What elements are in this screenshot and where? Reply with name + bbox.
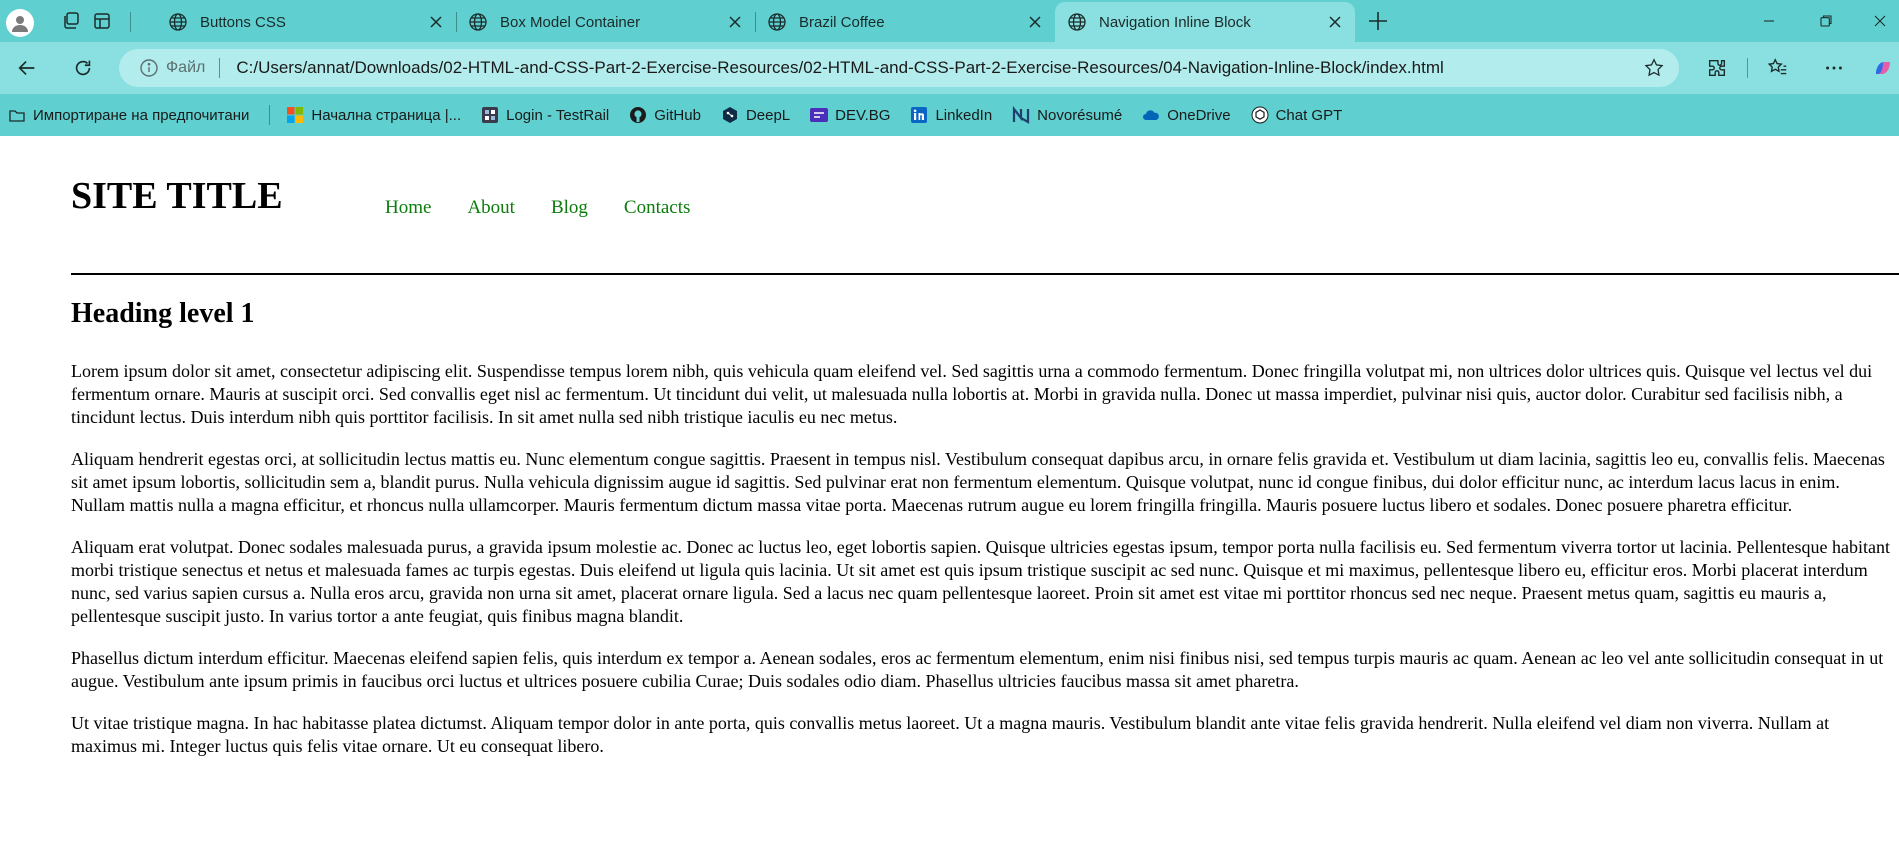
folder-icon [8,106,26,124]
bookmark-label: Login - TestRail [506,106,610,124]
tab-buttons-css[interactable]: Buttons CSS [156,2,456,42]
restore-icon[interactable] [1814,9,1838,33]
bookmark-devbg[interactable]: DEV.BG [810,106,890,124]
page-viewport: SITE TITLE Home About Blog Contacts Head… [0,136,1899,867]
nav-link-contacts[interactable]: Contacts [624,197,691,219]
address-bar[interactable]: Файл C:/Users/annat/Downloads/02-HTML-an… [119,49,1679,87]
paragraph: Aliquam erat volutpat. Donec sodales mal… [71,537,1890,626]
info-icon[interactable] [139,58,159,78]
bookmark-import-favorites[interactable]: Импортиране на предпочитани [8,106,249,124]
bookmark-start-page[interactable]: Начална страница |... [286,106,461,124]
deepl-icon [721,106,739,124]
tab-actions-icon[interactable] [91,10,113,32]
novoresume-icon [1012,106,1030,124]
minimize-icon[interactable] [1757,9,1781,33]
favorite-star-icon[interactable] [1643,57,1665,79]
tab-separator [130,12,131,32]
bookmark-github[interactable]: GitHub [629,106,701,124]
site-navigation: Home About Blog Contacts [385,197,726,219]
bookmark-label: Импортиране на предпочитани [33,106,250,124]
nav-link-about[interactable]: About [467,197,515,219]
bookmark-label: Novorésumé [1037,106,1123,124]
close-icon[interactable] [428,14,444,30]
address-divider [219,58,221,78]
tab-title: Buttons CSS [200,13,286,31]
close-icon[interactable] [1327,14,1343,30]
chatgpt-icon [1251,106,1269,124]
github-icon [629,106,647,124]
onedrive-icon [1142,106,1160,124]
bookmark-label: LinkedIn [935,106,993,124]
bookmark-label: GitHub [654,106,701,124]
profile-avatar-icon[interactable] [6,9,34,37]
tab-title: Navigation Inline Block [1099,13,1251,31]
copilot-icon[interactable] [1870,55,1896,81]
globe-icon [469,13,487,31]
globe-icon [768,13,786,31]
toolbar-separator [1747,58,1748,78]
site-title: SITE TITLE [71,175,283,217]
bookmark-label: Начална страница |... [311,106,462,124]
bookmark-linkedin[interactable]: LinkedIn [910,106,992,124]
globe-icon [1068,13,1086,31]
paragraph: Lorem ipsum dolor sit amet, consectetur … [71,361,1873,427]
browser-chrome: Buttons CSS Box Model Container Brazil C… [0,0,1899,136]
close-icon[interactable] [1027,14,1043,30]
windows-icon [286,106,304,124]
close-icon[interactable] [727,14,743,30]
nav-link-home[interactable]: Home [385,197,431,219]
globe-icon [169,13,187,31]
bookmark-label: DEV.BG [835,106,891,124]
workspaces-icon[interactable] [60,10,82,32]
tab-strip: Buttons CSS Box Model Container Brazil C… [0,0,1899,42]
bookmark-separator [269,105,271,125]
tab-brazil-coffee[interactable]: Brazil Coffee [755,2,1055,42]
bookmark-label: OneDrive [1167,106,1231,124]
back-arrow-icon[interactable] [14,55,40,81]
extensions-icon[interactable] [1704,55,1730,81]
header-divider [71,273,1899,275]
bookmark-label: DeepL [745,106,791,124]
bookmark-deepl[interactable]: DeepL [721,106,790,124]
devbg-icon [810,106,829,124]
linkedin-icon [910,106,928,124]
bookmark-chatgpt[interactable]: Chat GPT [1251,106,1343,124]
page-heading: Heading level 1 [71,298,255,329]
url-text[interactable]: C:/Users/annat/Downloads/02-HTML-and-CSS… [236,58,1643,78]
tab-title: Brazil Coffee [799,13,885,31]
paragraph: Aliquam hendrerit egestas orci, at solli… [71,449,1885,515]
article-body: Lorem ipsum dolor sit amet, consectetur … [71,360,1893,777]
refresh-icon[interactable] [70,55,96,81]
navigation-toolbar: Файл C:/Users/annat/Downloads/02-HTML-an… [0,42,1899,94]
tab-box-model-container[interactable]: Box Model Container [456,2,755,42]
new-tab-plus-icon[interactable] [1366,9,1390,33]
bookmarks-bar: Импортиране на предпочитани Начална стра… [0,94,1899,136]
favorites-icon[interactable] [1765,55,1791,81]
bookmark-testrail[interactable]: Login - TestRail [481,106,609,124]
nav-link-blog[interactable]: Blog [551,197,588,219]
bookmark-onedrive[interactable]: OneDrive [1142,106,1231,124]
paragraph: Ut vitae tristique magna. In hac habitas… [71,713,1830,756]
close-window-icon[interactable] [1868,9,1892,33]
bookmark-label: Chat GPT [1275,106,1343,124]
tab-navigation-inline-block[interactable]: Navigation Inline Block [1055,2,1355,42]
testrail-icon [481,106,499,124]
paragraph: Phasellus dictum interdum efficitur. Mae… [71,648,1884,691]
bookmark-novoresume[interactable]: Novorésumé [1012,106,1122,124]
site-info-label[interactable]: Файл [166,59,205,77]
tab-title: Box Model Container [500,13,641,31]
more-options-icon[interactable] [1821,55,1847,81]
